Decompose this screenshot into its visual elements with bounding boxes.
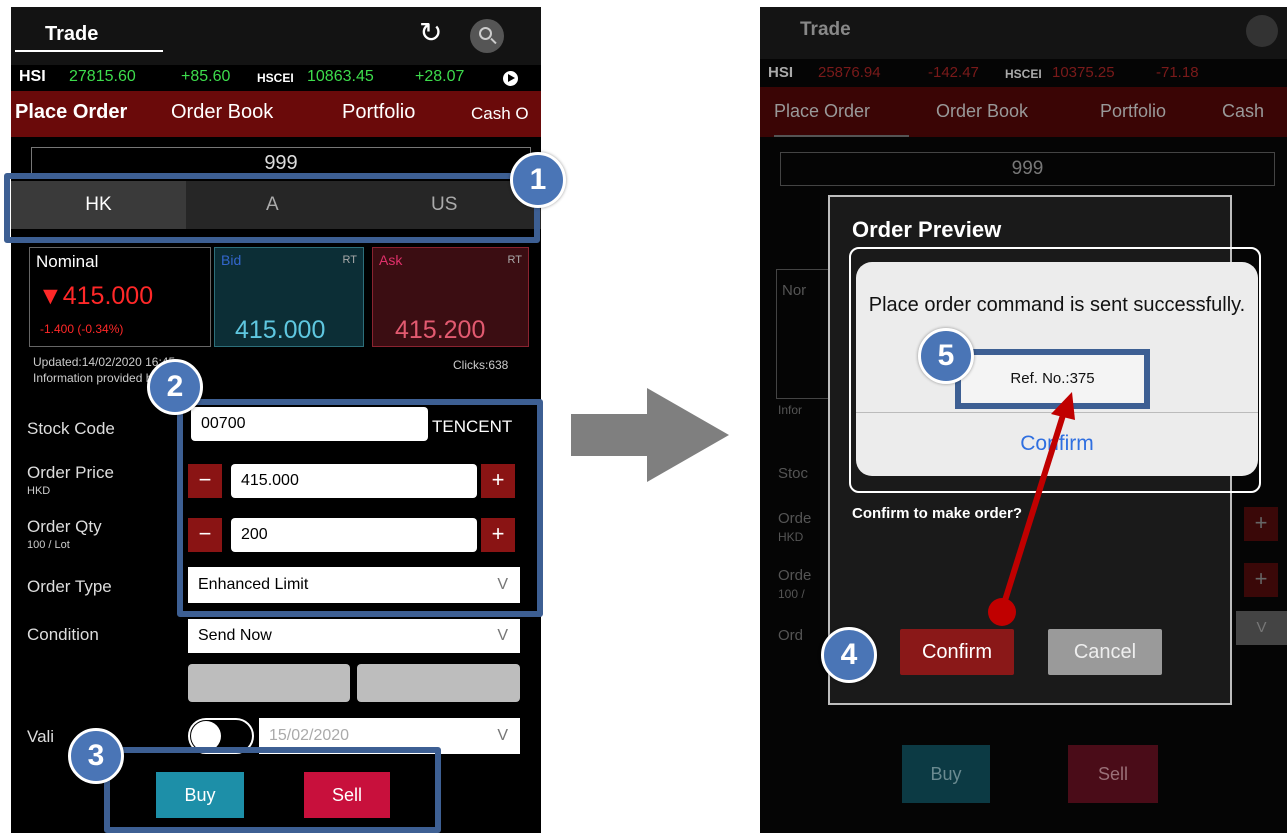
- red-arrow-line: [999, 411, 1067, 611]
- confirm-flow-arrow: [988, 392, 1075, 626]
- red-arrow-head-icon: [1051, 392, 1075, 420]
- red-arrow-dot: [988, 598, 1016, 626]
